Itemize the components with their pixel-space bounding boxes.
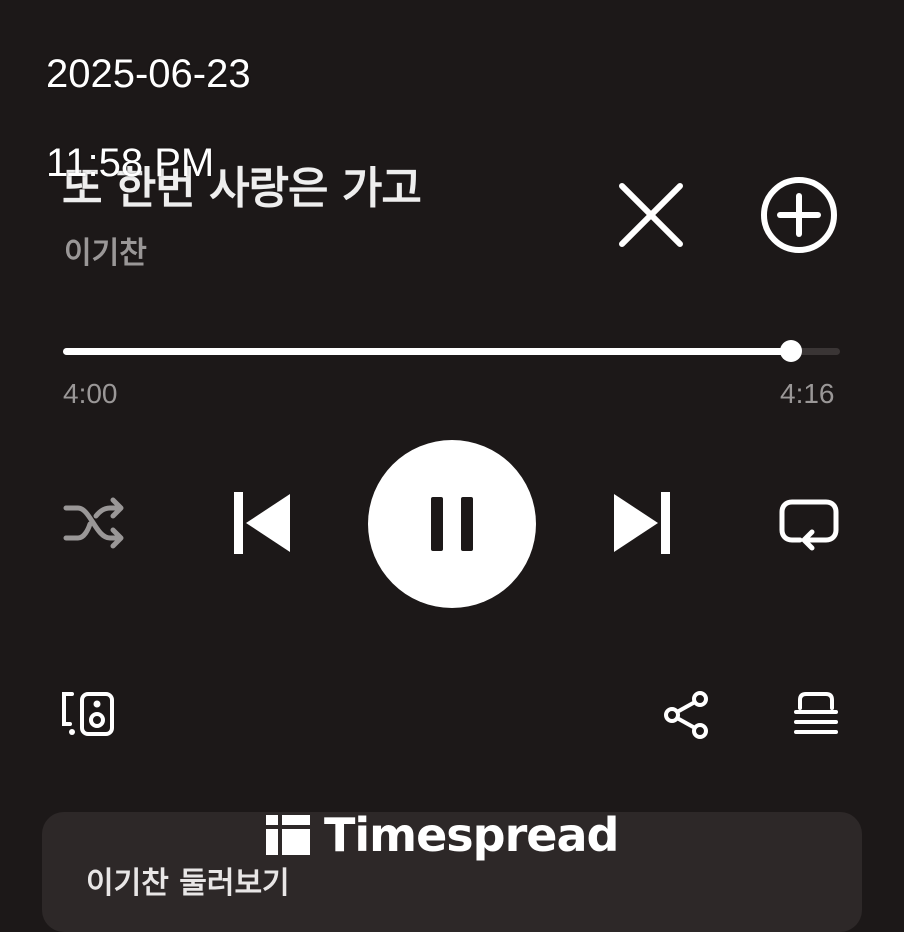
add-button[interactable] <box>758 174 840 256</box>
overlay-time: 11:58 PM <box>46 141 215 185</box>
elapsed-time: 4:00 <box>63 378 118 409</box>
previous-button[interactable] <box>232 490 292 556</box>
pause-icon <box>431 497 473 551</box>
queue-button[interactable] <box>792 690 842 738</box>
share-icon <box>664 691 708 739</box>
speaker-device-icon <box>62 692 114 736</box>
repeat-button[interactable] <box>778 496 840 554</box>
next-button[interactable] <box>612 490 672 556</box>
total-duration: 4:16 <box>780 378 835 409</box>
shuffle-icon <box>63 497 124 549</box>
watermark: Timespread <box>266 808 619 862</box>
device-button[interactable] <box>60 690 116 740</box>
add-circle-icon <box>761 177 837 253</box>
progress-fill <box>63 348 792 355</box>
progress-knob[interactable] <box>780 340 803 362</box>
repeat-icon <box>779 499 839 551</box>
artist-name[interactable]: 이기찬 <box>64 228 147 272</box>
pause-button[interactable] <box>368 440 536 608</box>
overlay-date: 2025-06-23 <box>46 52 251 96</box>
skip-previous-icon <box>234 492 290 554</box>
progress-bar[interactable] <box>63 340 840 362</box>
artist-explore-title: 이기찬 둘러보기 <box>86 866 290 901</box>
share-button[interactable] <box>662 690 712 740</box>
queue-list-icon <box>794 692 838 734</box>
close-icon <box>619 183 683 247</box>
watermark-text: Timespread <box>324 808 619 862</box>
skip-next-icon <box>614 492 670 554</box>
shuffle-button[interactable] <box>62 494 128 552</box>
close-button[interactable] <box>612 176 690 254</box>
timespread-logo-icon <box>266 815 310 855</box>
